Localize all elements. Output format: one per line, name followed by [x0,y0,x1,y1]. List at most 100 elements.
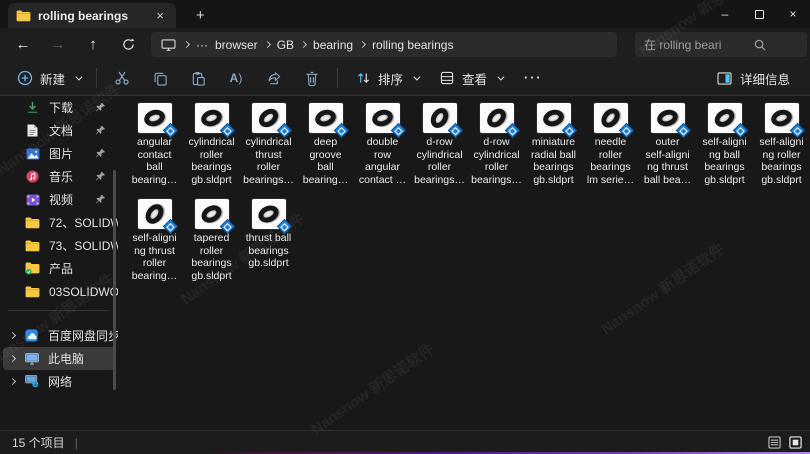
file-item[interactable]: self-aligni ng thrust roller bearing… [126,199,183,295]
expand-chevron-icon[interactable] [9,332,16,339]
expand-chevron-icon[interactable] [9,378,16,385]
sidebar-scrollbar[interactable] [113,170,116,390]
file-item[interactable]: thrust ball bearings gb.sldprt [240,199,297,295]
file-name: thrust ball bearings gb.sldprt [246,232,292,270]
details-view-toggle[interactable] [768,436,781,449]
solidworks-badge-icon [335,124,348,137]
cut-button[interactable] [103,64,141,92]
toolbar-divider [337,68,338,88]
file-item[interactable]: miniature radial ball bearings gb.sldprt [525,103,582,199]
sidebar-item-folder-03solidworks[interactable]: 03SOLIDWORK [0,280,118,303]
expand-chevron-icon[interactable] [9,355,16,362]
back-button[interactable]: ← [11,33,35,57]
file-thumbnail [252,103,286,133]
solidworks-badge-icon [449,124,462,137]
sidebar-item-folder-72[interactable]: 72、SOLIDWO [0,211,118,234]
minimize-button[interactable]: – [708,0,742,28]
share-button[interactable] [255,64,293,92]
details-pane-button[interactable]: 详细信息 [706,64,800,92]
baidu-netdisk-icon [24,329,39,343]
file-item[interactable]: double row angular contact … [354,103,411,199]
address-bar[interactable]: ··· browser GB bearing rolling bearings [151,32,617,57]
solidworks-badge-icon [734,124,747,137]
solidworks-badge-icon [791,124,804,137]
sidebar-item-baidu-netdisk[interactable]: 百度网盘同步空 [0,324,118,347]
sidebar-item-label: 音乐 [49,168,73,185]
file-item[interactable]: d-row cylindrical roller bearings… [468,103,525,199]
bearing-image [427,105,451,131]
folder-icon [25,216,40,230]
bearing-image [769,107,794,129]
sidebar-item-folder-73[interactable]: 73、SOLIDWO [0,234,118,257]
file-item[interactable]: self-aligni ng ball bearings gb.sldprt [696,103,753,199]
sidebar-item-music[interactable]: 音乐 [0,165,118,188]
pin-icon [95,194,106,205]
pin-icon [95,125,106,136]
view-button[interactable]: 查看 [428,64,512,92]
forward-button[interactable]: → [46,33,70,57]
file-name: d-row cylindrical roller bearings… [471,136,522,186]
sidebar-item-downloads[interactable]: 下载 [0,96,118,119]
tab-bar: rolling bearings × + – × [0,0,810,28]
explorer-tab[interactable]: rolling bearings × [8,3,176,28]
bearing-image [255,105,281,131]
new-button[interactable]: 新建 [6,64,90,92]
details-pane-label: 详细信息 [740,69,790,88]
new-tab-button[interactable]: + [190,3,211,28]
solidworks-badge-icon [620,124,633,137]
sidebar-item-this-pc[interactable]: 此电脑 [3,347,115,370]
more-options-button[interactable]: ··· [512,71,555,85]
breadcrumb-rolling-bearings[interactable]: rolling bearings [372,38,453,52]
file-name: d-row cylindrical roller bearings… [414,136,465,186]
large-icons-view-toggle[interactable] [789,436,802,449]
close-button[interactable]: × [776,0,810,28]
paste-icon [189,69,207,87]
breadcrumb-gb[interactable]: GB [277,38,294,52]
pin-icon [95,102,106,113]
folder-icon [25,285,40,299]
breadcrumb-browser[interactable]: browser [215,38,258,52]
document-icon [25,124,40,138]
file-item[interactable]: self-aligni ng roller bearings gb.sldprt [753,103,810,199]
delete-button[interactable] [293,64,331,92]
file-item[interactable]: angular contact ball bearing… [126,103,183,199]
sidebar-item-label: 下载 [49,99,73,116]
file-item[interactable]: cylindrical thrust roller bearings… [240,103,297,199]
sidebar-item-label: 视频 [49,191,73,208]
command-bar: 新建 A) [0,61,810,96]
up-button[interactable]: ↑ [81,33,105,57]
sidebar-item-network[interactable]: 网络 [0,370,118,393]
file-item[interactable]: tapered roller bearings gb.sldprt [183,199,240,295]
file-name: angular contact ball bearing… [132,136,178,186]
breadcrumb-ellipsis[interactable]: ··· [196,38,208,52]
sidebar-item-documents[interactable]: 文档 [0,119,118,142]
bearing-image [199,107,224,129]
solidworks-badge-icon [278,220,291,233]
sidebar-item-label: 73、SOLIDWO [49,237,118,254]
refresh-button[interactable] [116,33,140,57]
sidebar-item-pictures[interactable]: 图片 [0,142,118,165]
copy-button[interactable] [141,64,179,92]
file-item[interactable]: d-row cylindrical roller bearings… [411,103,468,199]
file-thumbnail [138,199,172,229]
paste-button[interactable] [179,64,217,92]
file-item[interactable]: needle roller bearings lm serie… [582,103,639,199]
rename-button[interactable]: A) [217,64,255,92]
file-item[interactable]: cylindrical roller bearings gb.sldprt [183,103,240,199]
file-thumbnail [195,103,229,133]
search-input[interactable]: 在 rolling bearings 中搜索 [635,32,807,57]
sidebar-item-videos[interactable]: 视频 [0,188,118,211]
file-item[interactable]: outer self-aligni ng thrust ball bea… [639,103,696,199]
sort-button[interactable]: 排序 [344,64,428,92]
tab-close-button[interactable]: × [152,8,168,23]
copy-icon [151,69,169,87]
file-name: miniature radial ball bearings gb.sldprt [531,136,576,186]
solidworks-badge-icon [221,220,234,233]
sidebar-item-label: 图片 [49,145,73,162]
maximize-button[interactable] [742,0,776,28]
file-name: needle roller bearings lm serie… [587,136,634,186]
breadcrumb-bearing[interactable]: bearing [313,38,353,52]
sidebar-item-folder-products[interactable]: 产品 [0,257,118,280]
video-icon [25,193,40,207]
file-item[interactable]: deep groove ball bearing… [297,103,354,199]
